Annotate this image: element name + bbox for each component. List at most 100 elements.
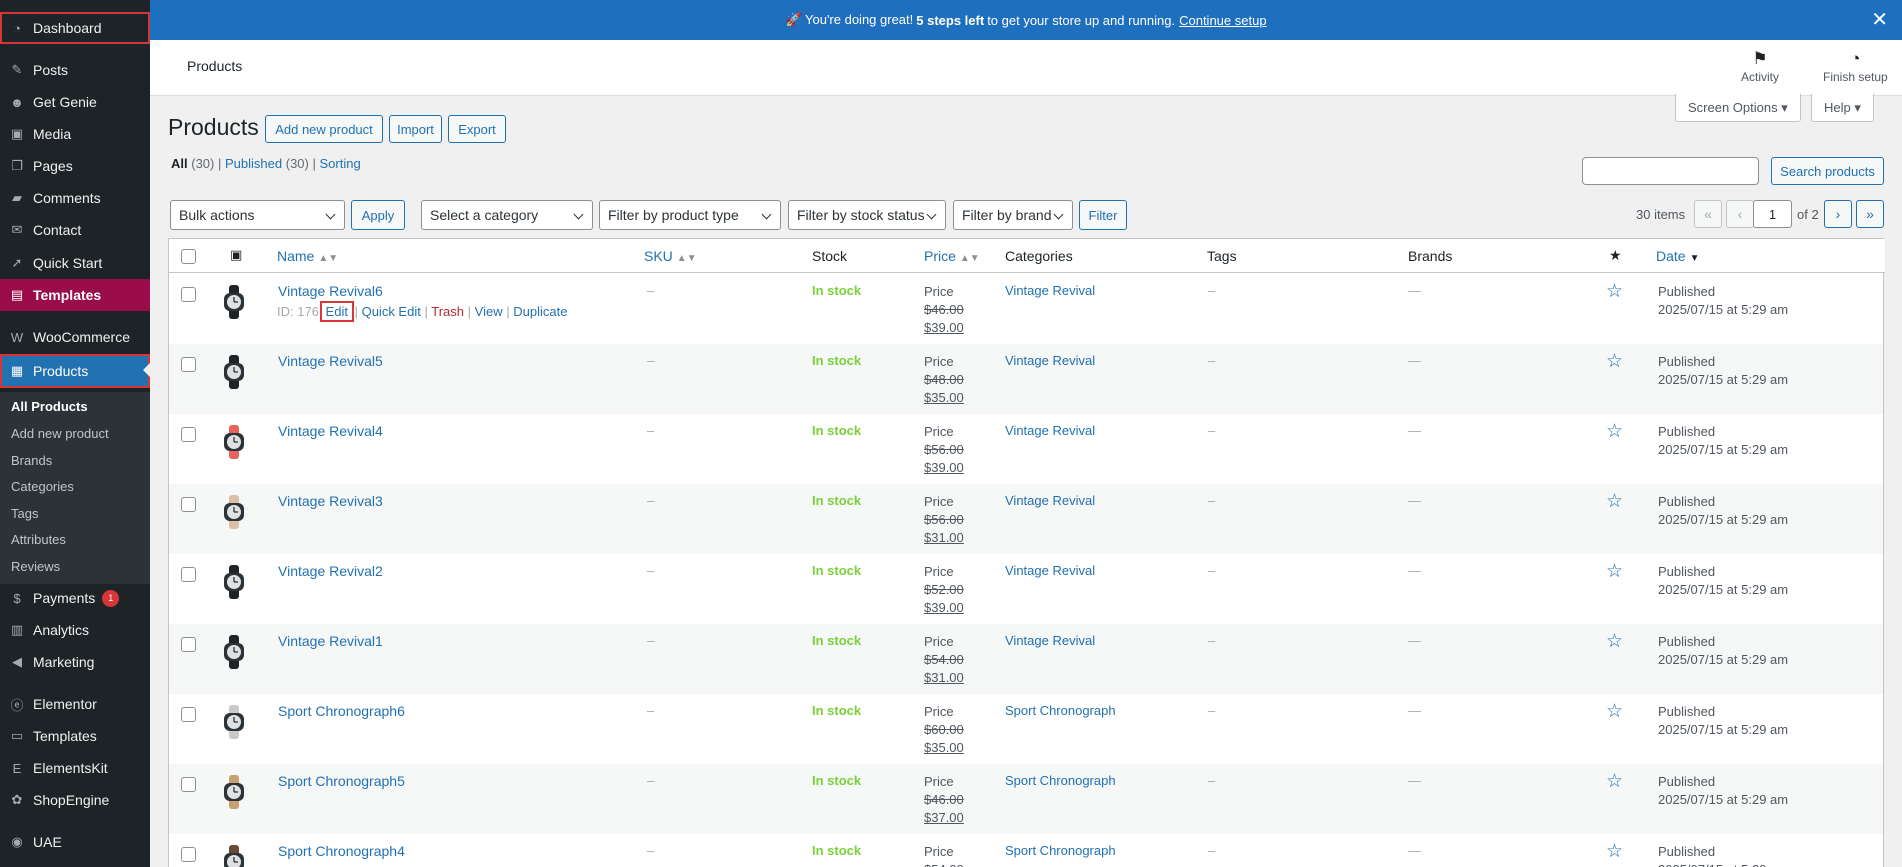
category-link[interactable]: Sport Chronograph: [1005, 773, 1116, 788]
duplicate-link[interactable]: Duplicate: [513, 304, 567, 319]
first-page-button[interactable]: «: [1694, 200, 1722, 228]
menu-templates-highlight[interactable]: ▤ Templates: [0, 279, 150, 311]
menu-quick-start[interactable]: ➚ Quick Start: [0, 247, 150, 279]
view-all[interactable]: All: [171, 156, 188, 171]
category-select[interactable]: Select a category: [421, 200, 593, 230]
product-thumbnail[interactable]: [219, 635, 249, 669]
star-outline-icon[interactable]: ☆: [1606, 840, 1623, 863]
edit-link[interactable]: Edit: [319, 301, 354, 322]
submenu-attributes[interactable]: Attributes: [11, 532, 66, 547]
menu-contact[interactable]: ✉ Contact: [0, 214, 150, 246]
activity-button[interactable]: ⚑ Activity: [1741, 48, 1779, 84]
row-checkbox[interactable]: [181, 427, 196, 442]
menu-dashboard[interactable]: ◔ Dashboard: [0, 12, 150, 44]
menu-media[interactable]: ▣ Media: [0, 118, 150, 150]
category-link[interactable]: Vintage Revival: [1005, 493, 1095, 508]
apply-button[interactable]: Apply: [351, 200, 405, 230]
menu-get-genie[interactable]: ☻ Get Genie: [0, 86, 150, 118]
product-thumbnail[interactable]: [219, 425, 249, 459]
star-outline-icon[interactable]: ☆: [1606, 700, 1623, 723]
menu-analytics[interactable]: ▥ Analytics: [0, 614, 150, 646]
menu-elementskit[interactable]: E ElementsKit: [0, 752, 150, 784]
row-checkbox[interactable]: [181, 847, 196, 862]
product-name-link[interactable]: Sport Chronograph6: [278, 703, 405, 719]
star-outline-icon[interactable]: ☆: [1606, 630, 1623, 653]
menu-uae[interactable]: ◉ UAE: [0, 826, 150, 858]
menu-marketing[interactable]: ◀ Marketing: [0, 646, 150, 678]
screen-options-button[interactable]: Screen Options ▾: [1675, 94, 1801, 122]
product-thumbnail[interactable]: [219, 495, 249, 529]
product-name-link[interactable]: Sport Chronograph5: [278, 773, 405, 789]
category-link[interactable]: Sport Chronograph: [1005, 703, 1116, 718]
category-link[interactable]: Vintage Revival: [1005, 283, 1095, 298]
column-sku[interactable]: SKU ▲▼: [644, 248, 697, 264]
row-checkbox[interactable]: [181, 287, 196, 302]
star-outline-icon[interactable]: ☆: [1606, 280, 1623, 303]
menu-pages[interactable]: ❐ Pages: [0, 150, 150, 182]
product-name-link[interactable]: Vintage Revival6: [278, 283, 383, 299]
export-button[interactable]: Export: [448, 115, 506, 143]
row-checkbox[interactable]: [181, 567, 196, 582]
submenu-brands[interactable]: Brands: [11, 453, 52, 468]
product-name-link[interactable]: Vintage Revival4: [278, 423, 383, 439]
star-outline-icon[interactable]: ☆: [1606, 770, 1623, 793]
close-icon[interactable]: ✕: [1871, 10, 1888, 30]
add-new-product-button[interactable]: Add new product: [265, 115, 383, 143]
brand-select[interactable]: Filter by brand: [953, 200, 1073, 230]
help-button[interactable]: Help ▾: [1811, 94, 1874, 122]
view-sorting[interactable]: Sorting: [320, 156, 361, 171]
category-link[interactable]: Sport Chronograph: [1005, 843, 1116, 858]
product-name-link[interactable]: Vintage Revival1: [278, 633, 383, 649]
row-checkbox[interactable]: [181, 357, 196, 372]
product-name-link[interactable]: Vintage Revival5: [278, 353, 383, 369]
row-checkbox[interactable]: [181, 637, 196, 652]
star-outline-icon[interactable]: ☆: [1606, 420, 1623, 443]
search-input[interactable]: [1582, 157, 1759, 185]
column-date[interactable]: Date ▼: [1656, 248, 1699, 264]
row-checkbox[interactable]: [181, 497, 196, 512]
submenu-add-new-product[interactable]: Add new product: [11, 426, 109, 441]
product-thumbnail[interactable]: [219, 565, 249, 599]
prev-page-button[interactable]: ‹: [1726, 200, 1754, 228]
product-name-link[interactable]: Vintage Revival3: [278, 493, 383, 509]
menu-elementor[interactable]: ⓔ Elementor: [0, 688, 150, 720]
menu-products[interactable]: ▦ Products: [0, 354, 150, 388]
product-thumbnail[interactable]: [219, 355, 249, 389]
quick-edit-link[interactable]: Quick Edit: [362, 304, 421, 319]
filter-button[interactable]: Filter: [1079, 200, 1127, 230]
import-button[interactable]: Import: [389, 115, 442, 143]
submenu-reviews[interactable]: Reviews: [11, 559, 60, 574]
category-link[interactable]: Vintage Revival: [1005, 353, 1095, 368]
view-published[interactable]: Published: [225, 156, 282, 171]
star-outline-icon[interactable]: ☆: [1606, 350, 1623, 373]
row-checkbox[interactable]: [181, 777, 196, 792]
next-page-button[interactable]: ›: [1824, 200, 1852, 228]
submenu-tags[interactable]: Tags: [11, 506, 38, 521]
search-products-button[interactable]: Search products: [1771, 157, 1884, 185]
star-outline-icon[interactable]: ☆: [1606, 560, 1623, 583]
menu-shopengine[interactable]: ✿ ShopEngine: [0, 784, 150, 816]
finish-setup-button[interactable]: ◔ Finish setup: [1823, 48, 1888, 84]
view-link[interactable]: View: [475, 304, 503, 319]
product-name-link[interactable]: Sport Chronograph4: [278, 843, 405, 859]
product-name-link[interactable]: Vintage Revival2: [278, 563, 383, 579]
product-thumbnail[interactable]: [219, 845, 249, 867]
column-price[interactable]: Price ▲▼: [924, 248, 980, 264]
product-type-select[interactable]: Filter by product type: [599, 200, 781, 230]
current-page-input[interactable]: 1: [1753, 200, 1792, 228]
stock-status-select[interactable]: Filter by stock status: [788, 200, 946, 230]
product-thumbnail[interactable]: [219, 775, 249, 809]
product-thumbnail[interactable]: [219, 705, 249, 739]
select-all-checkbox[interactable]: [181, 249, 196, 264]
featured-star-icon[interactable]: ★: [1609, 247, 1622, 264]
menu-templates[interactable]: ▭ Templates: [0, 720, 150, 752]
submenu-all-products[interactable]: All Products: [11, 399, 88, 414]
category-link[interactable]: Vintage Revival: [1005, 423, 1095, 438]
trash-link[interactable]: Trash: [431, 304, 464, 319]
menu-posts[interactable]: ✎ Posts: [0, 54, 150, 86]
column-name[interactable]: Name ▲▼: [277, 248, 338, 264]
category-link[interactable]: Vintage Revival: [1005, 633, 1095, 648]
category-link[interactable]: Vintage Revival: [1005, 563, 1095, 578]
submenu-categories[interactable]: Categories: [11, 479, 74, 494]
product-thumbnail[interactable]: [219, 285, 249, 319]
